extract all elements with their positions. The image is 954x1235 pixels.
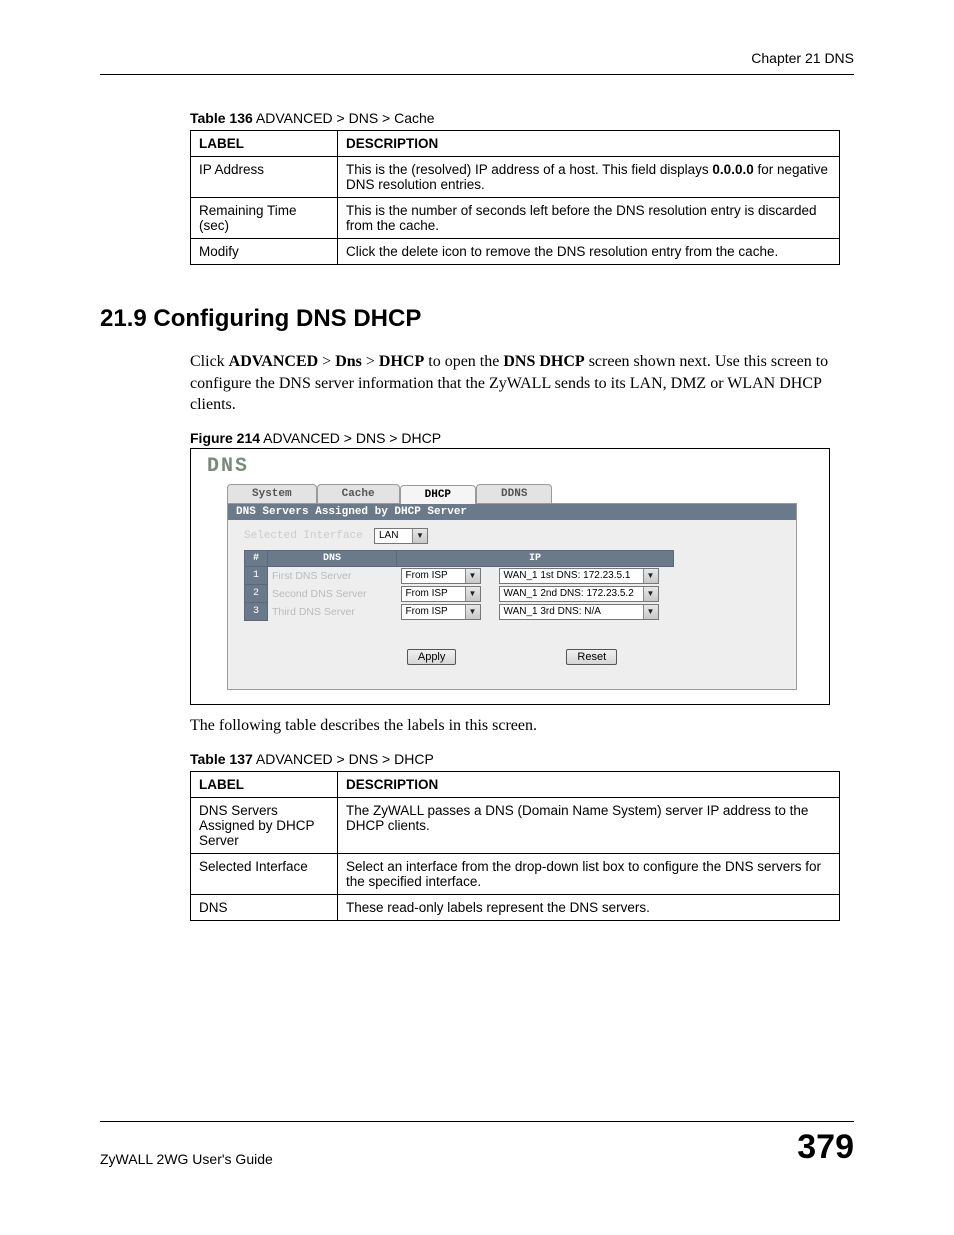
figure-caption-bold: Figure 214 <box>190 430 260 446</box>
text: > <box>318 353 335 370</box>
table137-caption-rest: ADVANCED > DNS > DHCP <box>253 751 434 767</box>
dns-row-num: 2 <box>245 585 268 603</box>
table137-r2-desc: These read-only labels represent the DNS… <box>338 894 840 920</box>
chevron-down-icon: ▼ <box>465 605 480 619</box>
selected-interface-row: Selected Interface LAN ▼ <box>244 528 780 544</box>
dns-row-name: First DNS Server <box>268 566 397 585</box>
table-row: 1 First DNS Server From ISP ▼ WAN_1 1st … <box>245 566 674 585</box>
text-bold: DHCP <box>379 353 424 370</box>
dns-dhcp-screenshot: DNS System Cache DHCP DDNS DNS Servers A… <box>190 448 830 706</box>
chevron-down-icon: ▼ <box>643 569 658 583</box>
table136-head-desc: DESCRIPTION <box>338 131 840 157</box>
dns-row-name: Second DNS Server <box>268 585 397 603</box>
table136-r0-desc: This is the (resolved) IP address of a h… <box>338 157 840 198</box>
select-value: WAN_1 2nd DNS: 172.23.5.2 <box>504 588 634 599</box>
text: to open the <box>424 353 503 370</box>
text-bold: Dns <box>335 353 362 370</box>
text-bold: 0.0.0.0 <box>712 162 753 177</box>
table-row: Modify Click the delete icon to remove t… <box>191 239 840 265</box>
text: > <box>362 353 379 370</box>
dns-th-num: # <box>245 550 268 566</box>
text-bold: DNS DHCP <box>503 353 584 370</box>
select-value: From ISP <box>406 588 448 599</box>
panel-section-bar: DNS Servers Assigned by DHCP Server <box>228 504 796 520</box>
table137: LABEL DESCRIPTION DNS Servers Assigned b… <box>190 771 840 921</box>
dns-row-name: Third DNS Server <box>268 603 397 621</box>
select-value: WAN_1 1st DNS: 172.23.5.1 <box>504 570 631 581</box>
selected-interface-select[interactable]: LAN ▼ <box>374 528 428 544</box>
apply-button[interactable]: Apply <box>407 649 457 665</box>
table136-r2-label: Modify <box>191 239 338 265</box>
after-figure-text: The following table describes the labels… <box>190 715 854 737</box>
dns-source-select[interactable]: From ISP ▼ <box>401 586 481 602</box>
table136-head-label: LABEL <box>191 131 338 157</box>
table-row: Selected Interface Select an interface f… <box>191 853 840 894</box>
dns-ip-select[interactable]: WAN_1 2nd DNS: 172.23.5.2 ▼ <box>499 586 659 602</box>
select-value: From ISP <box>406 570 448 581</box>
footer-guide-name: ZyWALL 2WG User's Guide <box>100 1151 273 1167</box>
tab-bar: System Cache DHCP DDNS <box>227 484 821 503</box>
table-row: 2 Second DNS Server From ISP ▼ WAN_1 2nd… <box>245 585 674 603</box>
table137-caption: Table 137 ADVANCED > DNS > DHCP <box>190 751 854 767</box>
table137-r1-desc: Select an interface from the drop-down l… <box>338 853 840 894</box>
table136-r0-label: IP Address <box>191 157 338 198</box>
text-bold: ADVANCED <box>229 353 319 370</box>
dns-th-ip: IP <box>397 550 674 566</box>
table-row: DNS These read-only labels represent the… <box>191 894 840 920</box>
dns-source-select[interactable]: From ISP ▼ <box>401 568 481 584</box>
tab-dhcp[interactable]: DHCP <box>400 485 476 504</box>
dhcp-panel: DNS Servers Assigned by DHCP Server Sele… <box>227 503 797 691</box>
table-row: Remaining Time (sec) This is the number … <box>191 198 840 239</box>
table137-r0-label: DNS Servers Assigned by DHCP Server <box>191 797 338 853</box>
tab-ddns[interactable]: DDNS <box>476 484 552 503</box>
button-row: Apply Reset <box>228 649 796 665</box>
page-number: 379 <box>797 1128 854 1167</box>
table-row: 3 Third DNS Server From ISP ▼ WAN_1 3rd … <box>245 603 674 621</box>
table137-caption-bold: Table 137 <box>190 751 253 767</box>
dns-servers-table: # DNS IP 1 First DNS Server From ISP ▼ <box>244 550 674 622</box>
dns-ip-select[interactable]: WAN_1 1st DNS: 172.23.5.1 ▼ <box>499 568 659 584</box>
table137-r0-desc: The ZyWALL passes a DNS (Domain Name Sys… <box>338 797 840 853</box>
text: This is the (resolved) IP address of a h… <box>346 162 712 177</box>
select-value: From ISP <box>406 606 448 617</box>
reset-button[interactable]: Reset <box>566 649 617 665</box>
table137-r1-label: Selected Interface <box>191 853 338 894</box>
table-row: DNS Servers Assigned by DHCP Server The … <box>191 797 840 853</box>
section-paragraph: Click ADVANCED > Dns > DHCP to open the … <box>190 351 854 416</box>
tab-cache[interactable]: Cache <box>317 484 400 503</box>
dns-ip-select[interactable]: WAN_1 3rd DNS: N/A ▼ <box>499 604 659 620</box>
dns-row-num: 3 <box>245 603 268 621</box>
tab-system[interactable]: System <box>227 484 317 503</box>
selected-interface-label: Selected Interface <box>244 530 374 542</box>
chevron-down-icon: ▼ <box>465 569 480 583</box>
table136: LABEL DESCRIPTION IP Address This is the… <box>190 130 840 265</box>
page-footer: ZyWALL 2WG User's Guide 379 <box>100 1121 854 1167</box>
table136-r1-label: Remaining Time (sec) <box>191 198 338 239</box>
chevron-down-icon: ▼ <box>465 587 480 601</box>
chevron-down-icon: ▼ <box>643 605 658 619</box>
table136-r1-desc: This is the number of seconds left befor… <box>338 198 840 239</box>
select-value: LAN <box>379 530 398 541</box>
table136-caption-rest: ADVANCED > DNS > Cache <box>253 110 435 126</box>
dns-th-dns: DNS <box>268 550 397 566</box>
figure-caption-rest: ADVANCED > DNS > DHCP <box>260 430 441 446</box>
screenshot-title: DNS <box>207 455 821 478</box>
figure-caption: Figure 214 ADVANCED > DNS > DHCP <box>190 430 854 446</box>
table136-caption: Table 136 ADVANCED > DNS > Cache <box>190 110 854 126</box>
chapter-header: Chapter 21 DNS <box>100 50 854 75</box>
chevron-down-icon: ▼ <box>643 587 658 601</box>
table136-r2-desc: Click the delete icon to remove the DNS … <box>338 239 840 265</box>
table136-caption-bold: Table 136 <box>190 110 253 126</box>
table-row: IP Address This is the (resolved) IP add… <box>191 157 840 198</box>
table137-r2-label: DNS <box>191 894 338 920</box>
dns-row-num: 1 <box>245 566 268 585</box>
section-heading: 21.9 Configuring DNS DHCP <box>100 305 854 333</box>
table137-head-label: LABEL <box>191 771 338 797</box>
dns-source-select[interactable]: From ISP ▼ <box>401 604 481 620</box>
select-value: WAN_1 3rd DNS: N/A <box>504 606 601 617</box>
text: Click <box>190 353 229 370</box>
table137-head-desc: DESCRIPTION <box>338 771 840 797</box>
chevron-down-icon: ▼ <box>412 529 427 543</box>
